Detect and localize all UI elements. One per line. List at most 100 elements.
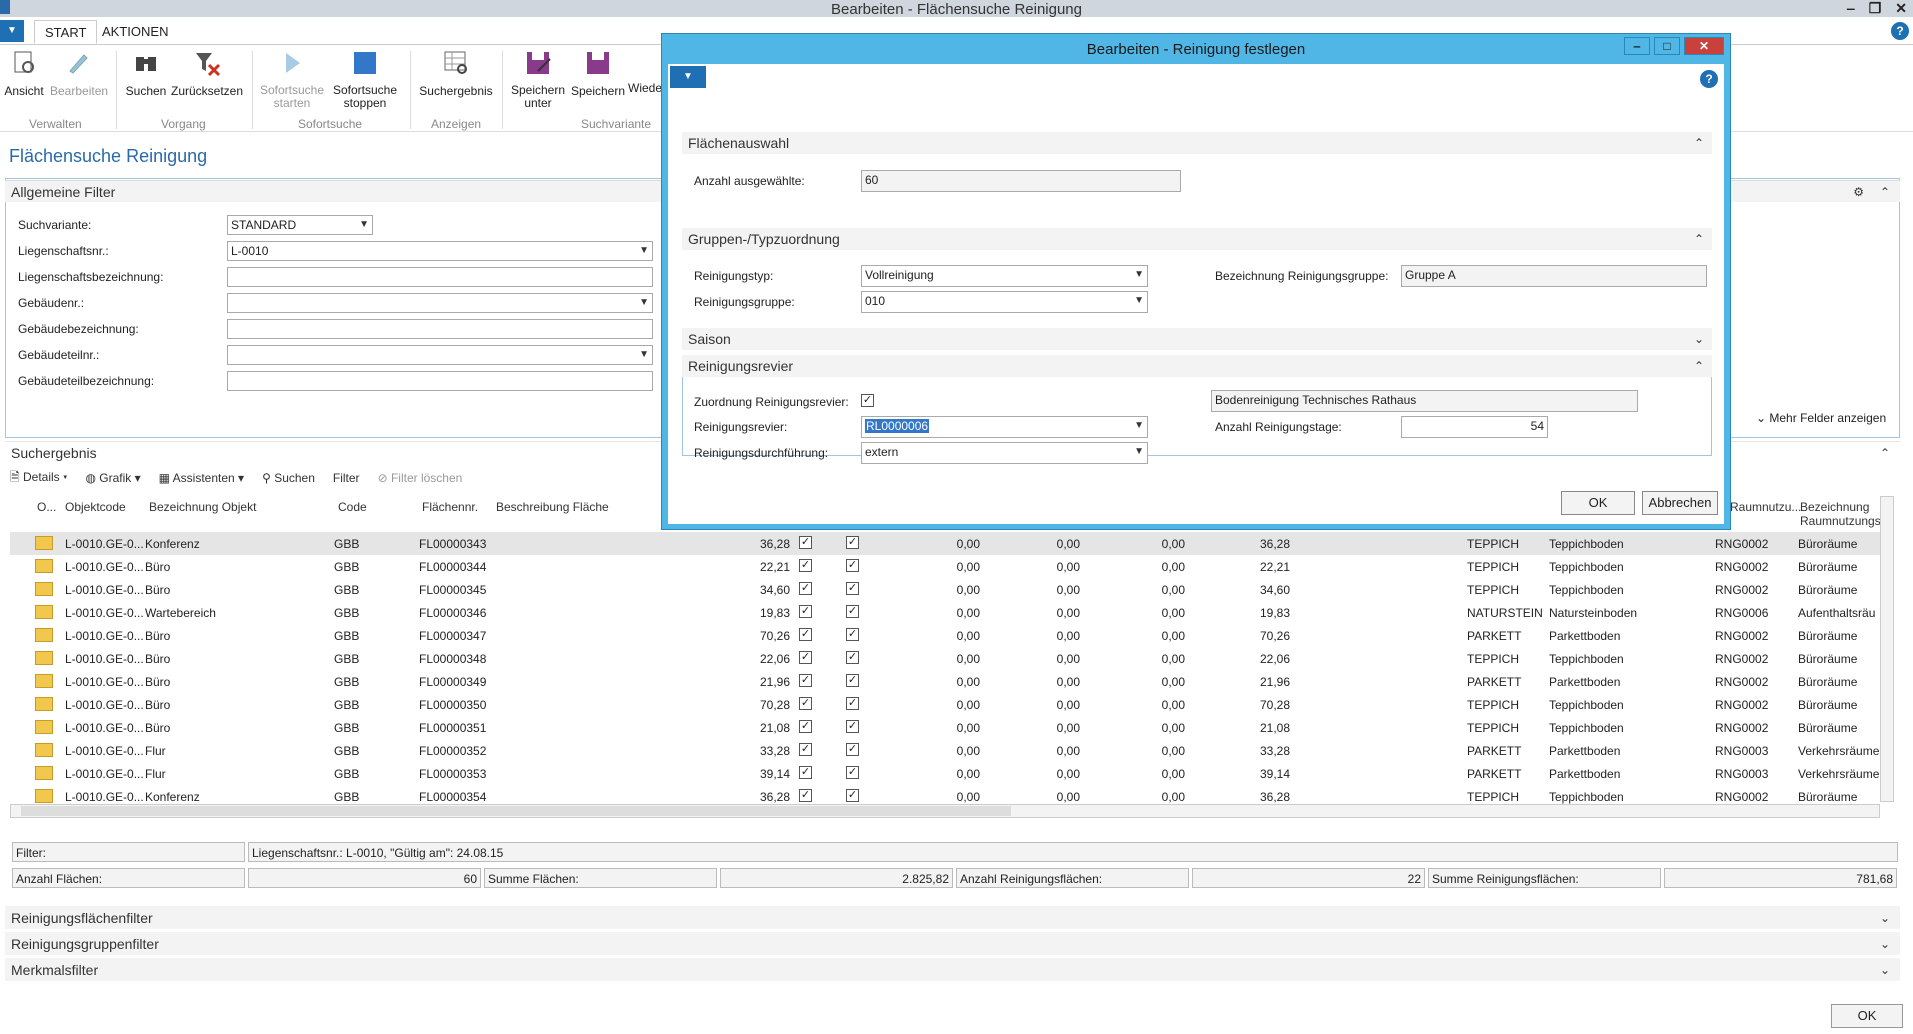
row-checkbox[interactable]: ✓ xyxy=(799,536,812,549)
table-row[interactable]: L-0010.GE-0... Wartebereich GBB FL00000346 1… xyxy=(10,601,1880,624)
row-checkbox[interactable]: ✓ xyxy=(799,697,812,710)
row-checkbox[interactable]: ✓ xyxy=(799,789,812,802)
chevron-up-icon[interactable]: ⌃ xyxy=(1880,181,1890,203)
table-row[interactable]: L-0010.GE-0... Büro GBB FL00000345 34,60 0,00… xyxy=(10,578,1880,601)
dialog-cancel-button[interactable]: Abbrechen xyxy=(1642,491,1718,515)
search-toolbar-button[interactable]: ⚲ Suchen xyxy=(262,471,315,485)
clear-filter-button[interactable]: ⊘ Filter löschen xyxy=(378,471,463,485)
col-header[interactable]: Raumnutzu... xyxy=(1730,500,1801,514)
table-row[interactable]: L-0010.GE-0... Büro GBB FL00000350 70,28 0,00… xyxy=(10,693,1880,716)
col-header[interactable]: Beschreibung Fläche xyxy=(496,500,609,514)
row-checkbox[interactable]: ✓ xyxy=(846,674,859,687)
row-checkbox[interactable]: ✓ xyxy=(846,628,859,641)
more-fields-link[interactable]: ⌄ Mehr Felder anzeigen xyxy=(1756,411,1886,425)
save-as-button[interactable]: Speichern unter xyxy=(506,49,570,110)
col-header[interactable]: Bezeichnung Raumnutzungs xyxy=(1800,500,1881,528)
section-saison[interactable]: Saison ⌄ xyxy=(682,328,1712,350)
search-result-button[interactable]: Suchergebnis xyxy=(416,49,496,98)
row-checkbox[interactable]: ✓ xyxy=(846,582,859,595)
cleaning-group-filter-tab[interactable]: Reinigungsgruppenfilter ⌄ xyxy=(5,932,1900,956)
table-row[interactable]: L-0010.GE-0... Konferenz GBB FL00000354 36,2… xyxy=(10,785,1880,804)
row-checkbox[interactable]: ✓ xyxy=(846,720,859,733)
row-checkbox[interactable]: ✓ xyxy=(846,766,859,779)
row-checkbox[interactable]: ✓ xyxy=(799,582,812,595)
table-row[interactable]: L-0010.GE-0... Büro GBB FL00000349 21,96 0,00… xyxy=(10,670,1880,693)
feature-filter-tab[interactable]: Merkmalsfilter ⌄ xyxy=(5,958,1900,982)
gebaeudeteilnr-select[interactable]: ▼ xyxy=(227,345,653,365)
liegenschaftsnr-select[interactable]: L-0010 ▼ xyxy=(227,241,653,261)
gebaeudenr-select[interactable]: ▼ xyxy=(227,293,653,313)
table-row[interactable]: L-0010.GE-0... Büro GBB FL00000347 70,26 0,00… xyxy=(10,624,1880,647)
row-checkbox[interactable]: ✓ xyxy=(799,743,812,756)
view-button[interactable]: Ansicht xyxy=(4,49,44,98)
section-gruppen[interactable]: Gruppen-/Typzuordnung ⌃ xyxy=(682,228,1712,250)
vertical-scrollbar[interactable] xyxy=(1880,496,1894,802)
row-checkbox[interactable]: ✓ xyxy=(846,536,859,549)
reinigungsrevier-select[interactable]: RL0000006 ▼ xyxy=(861,416,1148,438)
section-flaechenauswahl[interactable]: Flächenauswahl ⌃ xyxy=(682,132,1712,154)
table-row[interactable]: L-0010.GE-0... Flur GBB FL00000352 33,28 0,00… xyxy=(10,739,1880,762)
filter-button[interactable]: Filter xyxy=(333,471,360,485)
col-header[interactable]: Code xyxy=(338,500,367,514)
row-checkbox[interactable]: ✓ xyxy=(846,651,859,664)
col-header[interactable]: Objektcode xyxy=(65,500,126,514)
reinigungsdurchfuehrung-select[interactable]: extern ▼ xyxy=(861,442,1148,464)
scroll-thumb[interactable] xyxy=(21,806,1011,816)
table-row[interactable]: L-0010.GE-0... Büro GBB FL00000348 22,06 0,00… xyxy=(10,647,1880,670)
dialog-ok-button[interactable]: OK xyxy=(1561,491,1635,515)
restore-icon[interactable]: ❐ xyxy=(1869,0,1882,17)
instant-search-stop-button[interactable]: Sofortsuche stoppen xyxy=(330,49,400,110)
restore-button[interactable]: Wiede xyxy=(628,49,662,95)
suchvariante-select[interactable]: STANDARD ▼ xyxy=(227,215,373,235)
horizontal-scrollbar[interactable] xyxy=(10,804,1880,818)
row-checkbox[interactable]: ✓ xyxy=(799,559,812,572)
section-revier[interactable]: Reinigungsrevier ⌃ xyxy=(682,355,1712,377)
gebaeudebezeichnung-input[interactable] xyxy=(227,319,653,339)
app-menu-button[interactable]: ▼ xyxy=(0,20,24,42)
row-checkbox[interactable]: ✓ xyxy=(799,674,812,687)
row-checkbox[interactable]: ✓ xyxy=(799,605,812,618)
table-row[interactable]: L-0010.GE-0... Büro GBB FL00000344 22,21 0,00… xyxy=(10,555,1880,578)
reinigungsgruppe-select[interactable]: 010 ▼ xyxy=(861,291,1148,313)
row-checkbox[interactable]: ✓ xyxy=(846,559,859,572)
row-checkbox[interactable]: ✓ xyxy=(799,766,812,779)
instant-search-start-button[interactable]: Sofortsuche starten xyxy=(256,49,328,110)
reinigungstyp-select[interactable]: Vollreinigung ▼ xyxy=(861,265,1148,287)
help-icon[interactable]: ? xyxy=(1891,22,1909,40)
settings-icon[interactable]: ⚙ xyxy=(1853,181,1864,203)
table-row[interactable]: L-0010.GE-0... Flur GBB FL00000353 39,14 0,00… xyxy=(10,762,1880,785)
tab-aktionen[interactable]: AKTIONEN xyxy=(92,20,178,44)
row-checkbox[interactable]: ✓ xyxy=(846,743,859,756)
row-checkbox[interactable]: ✓ xyxy=(799,720,812,733)
close-icon[interactable]: ✕ xyxy=(1895,0,1907,17)
reset-button[interactable]: Zurücksetzen xyxy=(170,49,244,98)
assistants-button[interactable]: ▦ Assistenten ▾ xyxy=(159,471,244,485)
reinigungstage-input[interactable]: 54 xyxy=(1401,416,1548,438)
cleaning-area-filter-tab[interactable]: Reinigungsflächenfilter ⌄ xyxy=(5,906,1900,930)
minimize-icon[interactable]: ‒ xyxy=(1847,0,1855,17)
col-header[interactable]: Bezeichnung Objekt xyxy=(149,500,256,514)
table-row[interactable]: L-0010.GE-0... Büro GBB FL00000351 21,08 0,00… xyxy=(10,716,1880,739)
chevron-up-icon[interactable]: ⌃ xyxy=(1880,442,1890,464)
row-checkbox[interactable]: ✓ xyxy=(846,605,859,618)
dialog-menu-button[interactable]: ▼ xyxy=(670,66,706,88)
tab-start[interactable]: START xyxy=(34,20,98,44)
row-checkbox[interactable]: ✓ xyxy=(799,628,812,641)
row-checkbox[interactable]: ✓ xyxy=(846,789,859,802)
dialog-maximize-icon[interactable]: □ xyxy=(1654,37,1680,55)
row-checkbox[interactable]: ✓ xyxy=(846,697,859,710)
row-checkbox[interactable]: ✓ xyxy=(799,651,812,664)
col-header[interactable]: O... xyxy=(37,500,56,514)
help-icon[interactable]: ? xyxy=(1700,70,1718,88)
zuordnung-checkbox[interactable]: ✓ xyxy=(861,394,874,407)
chart-button[interactable]: ◍ Grafik ▾ xyxy=(85,471,140,485)
liegenschaftsbezeichnung-input[interactable] xyxy=(227,267,653,287)
gebaeudeteilbezeichnung-input[interactable] xyxy=(227,371,653,391)
save-button[interactable]: Speichern xyxy=(570,49,626,98)
dialog-minimize-icon[interactable]: ‒ xyxy=(1624,37,1650,55)
details-button[interactable]: 🗎 Details ▾ xyxy=(10,468,67,489)
ok-button[interactable]: OK xyxy=(1831,1004,1903,1028)
col-header[interactable]: Flächennr. xyxy=(422,500,478,514)
dialog-close-icon[interactable]: ✕ xyxy=(1684,37,1724,55)
search-button[interactable]: Suchen xyxy=(124,49,168,98)
